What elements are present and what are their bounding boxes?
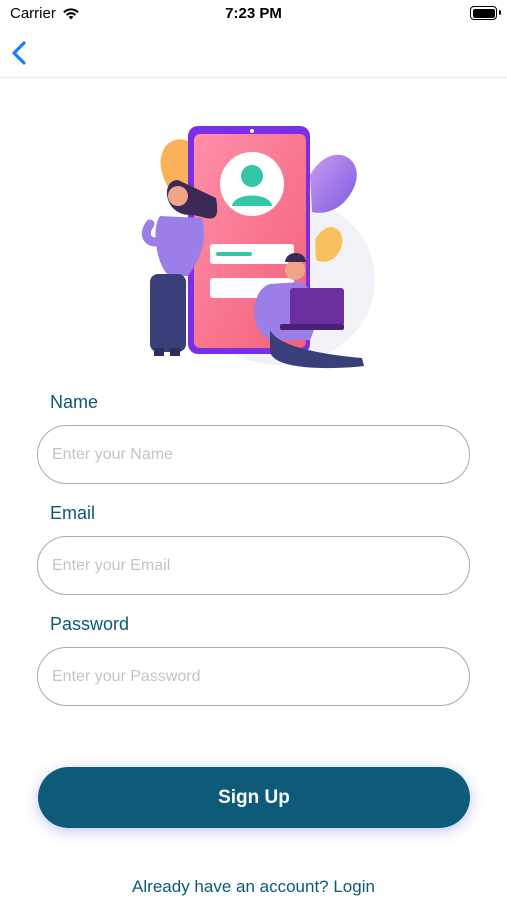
password-label: Password — [50, 614, 130, 634]
battery-icon — [470, 6, 497, 20]
signup-button[interactable]: Sign Up — [38, 767, 470, 828]
chevron-left-icon — [12, 41, 26, 65]
back-button[interactable] — [6, 36, 36, 70]
email-label: Email — [50, 503, 96, 523]
name-input[interactable] — [37, 425, 470, 484]
nav-bar — [0, 28, 507, 78]
signup-screen: Carrier 7:23 PM Name Enter your Name Ema… — [0, 0, 507, 900]
status-bar: Carrier 7:23 PM — [0, 0, 507, 28]
signup-illustration-image — [141, 126, 375, 369]
status-time: 7:23 PM — [225, 5, 282, 22]
name-label: Name — [50, 392, 99, 412]
password-input[interactable] — [37, 647, 470, 706]
email-input[interactable] — [37, 536, 470, 595]
signup-illustration — [130, 120, 380, 375]
login-link[interactable]: Already have an account? Login — [0, 877, 507, 897]
